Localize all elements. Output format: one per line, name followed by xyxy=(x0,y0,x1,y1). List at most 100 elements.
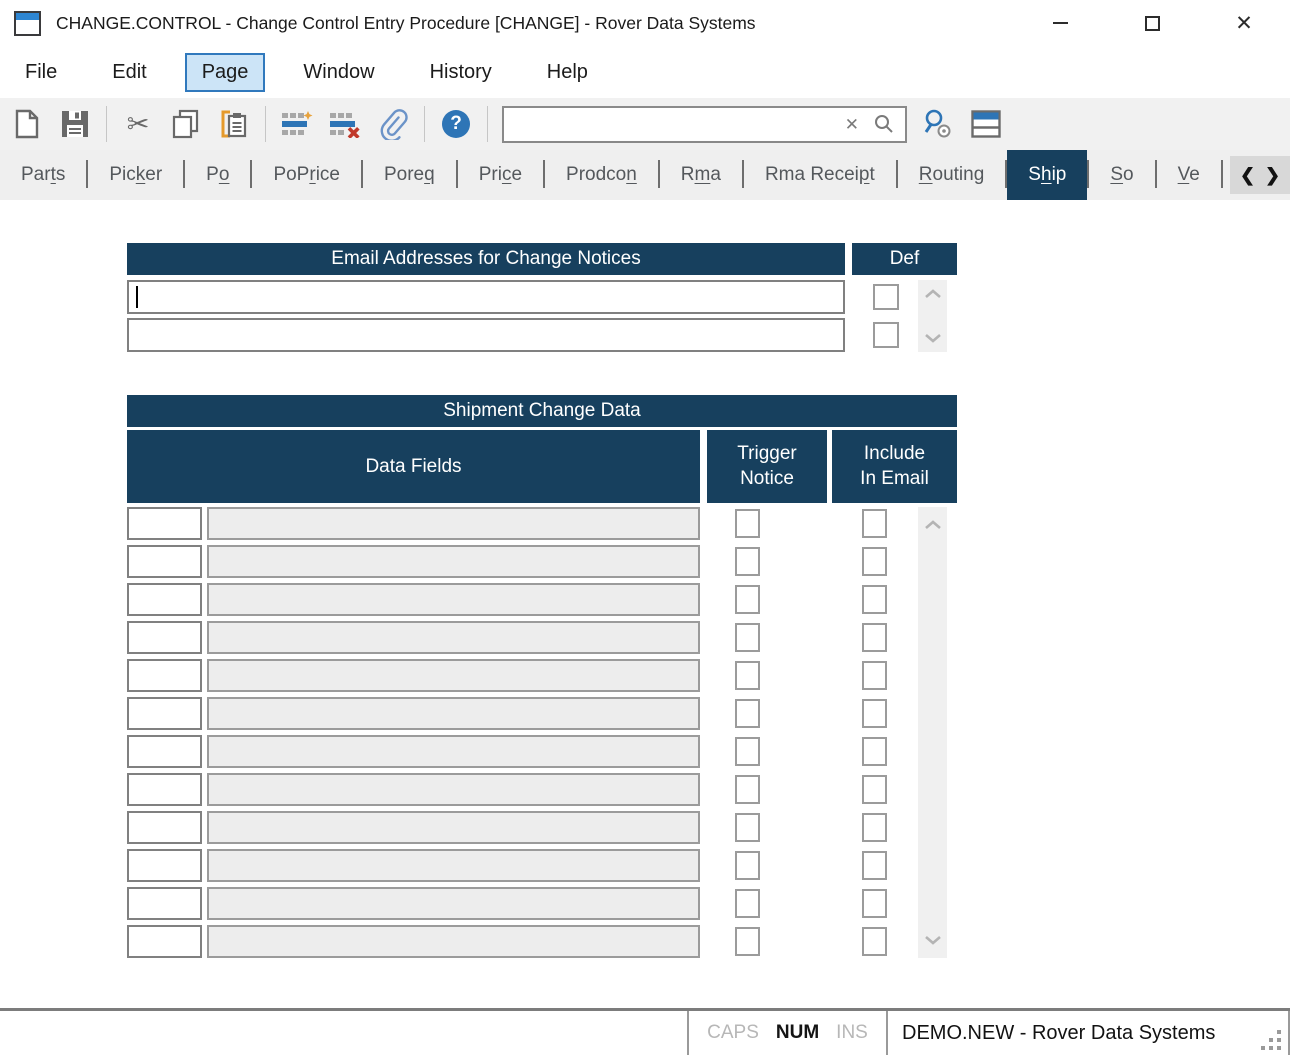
include-in-email-checkbox[interactable] xyxy=(862,775,887,804)
paste-icon xyxy=(220,109,248,139)
page-tab[interactable]: Ve xyxy=(1157,150,1221,200)
search-icon[interactable] xyxy=(873,113,895,135)
resize-grip[interactable] xyxy=(1260,1029,1282,1051)
trigger-notice-checkbox[interactable] xyxy=(735,509,760,538)
data-field-code-input[interactable] xyxy=(129,547,200,576)
page-tab[interactable]: PoPrice xyxy=(252,150,361,200)
scroll-up-icon[interactable] xyxy=(924,289,942,299)
shipment-scrollbar xyxy=(918,507,947,958)
page-tab[interactable]: Prodcon xyxy=(545,150,658,200)
scroll-down-icon[interactable] xyxy=(924,935,942,945)
include-in-email-checkbox[interactable] xyxy=(862,661,887,690)
data-field-code-input[interactable] xyxy=(129,889,200,918)
email-address-input[interactable] xyxy=(129,282,843,312)
search-clear-icon[interactable]: ✕ xyxy=(845,116,859,133)
save-icon xyxy=(61,110,89,138)
trigger-notice-checkbox[interactable] xyxy=(735,547,760,576)
scroll-up-icon[interactable] xyxy=(924,520,942,530)
trigger-notice-checkbox[interactable] xyxy=(735,927,760,956)
include-in-email-checkbox[interactable] xyxy=(862,813,887,842)
trigger-notice-checkbox[interactable] xyxy=(735,851,760,880)
shipment-data-row xyxy=(127,735,957,768)
include-in-email-checkbox[interactable] xyxy=(862,509,887,538)
page-tab[interactable]: Parts xyxy=(0,150,86,200)
data-field-code-input[interactable] xyxy=(129,509,200,538)
minimize-button[interactable] xyxy=(1014,0,1106,46)
data-field-code-input[interactable] xyxy=(129,585,200,614)
search-options-icon xyxy=(922,108,954,140)
include-in-email-header: Include In Email xyxy=(832,430,957,503)
page-tab[interactable]: Picker xyxy=(88,150,183,200)
menu-item[interactable]: File xyxy=(8,53,74,92)
email-address-input[interactable] xyxy=(129,320,843,350)
search-options-button[interactable] xyxy=(921,107,955,141)
trigger-notice-checkbox[interactable] xyxy=(735,889,760,918)
include-in-email-checkbox[interactable] xyxy=(862,623,887,652)
data-field-code-input[interactable] xyxy=(129,813,200,842)
layout-icon xyxy=(971,110,1001,138)
page-tab[interactable]: Ship xyxy=(1007,150,1087,200)
tab-scroll-right-button[interactable]: ❯ xyxy=(1265,165,1280,186)
def-checkbox[interactable] xyxy=(873,322,899,348)
page-tab[interactable]: Price xyxy=(458,150,543,200)
shipment-data-row xyxy=(127,621,957,654)
insert-row-button[interactable] xyxy=(280,107,314,141)
data-field-code-input[interactable] xyxy=(129,851,200,880)
close-icon: ✕ xyxy=(1235,13,1253,34)
copy-button[interactable] xyxy=(169,107,203,141)
new-document-button[interactable] xyxy=(10,107,44,141)
data-field-code-input[interactable] xyxy=(129,775,200,804)
include-in-email-checkbox[interactable] xyxy=(862,889,887,918)
data-field-code-input[interactable] xyxy=(129,927,200,956)
tab-scroll-left-button[interactable]: ❮ xyxy=(1240,165,1255,186)
page-tab[interactable]: Po xyxy=(185,150,250,200)
toolbar-separator xyxy=(265,106,266,142)
page-content: Email Addresses for Change Notices Def xyxy=(0,200,1290,1008)
trigger-notice-checkbox[interactable] xyxy=(735,623,760,652)
shipment-data-row xyxy=(127,887,957,920)
data-field-code-input[interactable] xyxy=(129,623,200,652)
include-in-email-checkbox[interactable] xyxy=(862,927,887,956)
cut-button[interactable]: ✂ xyxy=(121,107,155,141)
data-field-code-input[interactable] xyxy=(129,699,200,728)
trigger-notice-checkbox[interactable] xyxy=(735,737,760,766)
include-in-email-checkbox[interactable] xyxy=(862,699,887,728)
trigger-notice-checkbox[interactable] xyxy=(735,699,760,728)
trigger-notice-checkbox[interactable] xyxy=(735,813,760,842)
email-addresses-table: Email Addresses for Change Notices Def xyxy=(127,243,957,356)
scroll-down-icon[interactable] xyxy=(924,333,942,343)
data-field-code-input[interactable] xyxy=(129,661,200,690)
trigger-notice-checkbox[interactable] xyxy=(735,661,760,690)
menu-item[interactable]: Help xyxy=(530,53,605,92)
paste-button[interactable] xyxy=(217,107,251,141)
menu-item[interactable]: Page xyxy=(185,53,266,92)
page-tab[interactable]: Rma xyxy=(660,150,742,200)
data-field-code-input[interactable] xyxy=(129,737,200,766)
help-button[interactable]: ? xyxy=(439,107,473,141)
include-in-email-checkbox[interactable] xyxy=(862,851,887,880)
page-tab[interactable]: Rma Receipt xyxy=(744,150,896,200)
include-in-email-checkbox[interactable] xyxy=(862,547,887,576)
menu-item[interactable]: History xyxy=(413,53,509,92)
layout-button[interactable] xyxy=(969,107,1003,141)
data-field-name-display xyxy=(207,507,700,540)
search-input[interactable] xyxy=(514,114,831,134)
menu-item[interactable]: Window xyxy=(286,53,391,92)
include-in-email-checkbox[interactable] xyxy=(862,737,887,766)
page-tab[interactable]: Poreq xyxy=(363,150,456,200)
search-box: ✕ xyxy=(502,106,907,143)
page-tab[interactable]: Routing xyxy=(898,150,1006,200)
save-button[interactable] xyxy=(58,107,92,141)
trigger-notice-checkbox[interactable] xyxy=(735,585,760,614)
maximize-button[interactable] xyxy=(1106,0,1198,46)
attachment-button[interactable] xyxy=(376,107,410,141)
trigger-notice-checkbox[interactable] xyxy=(735,775,760,804)
menu-item[interactable]: Edit xyxy=(95,53,163,92)
close-button[interactable]: ✕ xyxy=(1198,0,1290,46)
data-field-name-display xyxy=(207,735,700,768)
delete-row-button[interactable] xyxy=(328,107,362,141)
email-address-row xyxy=(127,318,957,352)
include-in-email-checkbox[interactable] xyxy=(862,585,887,614)
page-tab[interactable]: So xyxy=(1089,150,1154,200)
def-checkbox[interactable] xyxy=(873,284,899,310)
